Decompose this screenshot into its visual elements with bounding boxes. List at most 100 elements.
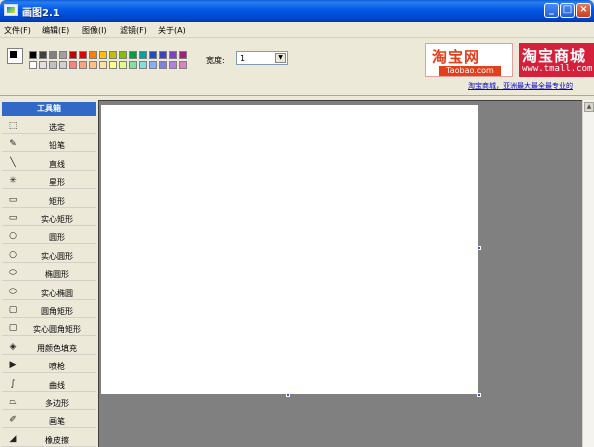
rounded-rect-icon: ▢ bbox=[8, 305, 18, 315]
color-swatch[interactable] bbox=[29, 61, 37, 69]
select-rect-icon: ⬚ bbox=[8, 121, 18, 131]
width-label: 宽度: bbox=[206, 56, 225, 65]
color-swatch[interactable] bbox=[99, 51, 107, 59]
menu-filter[interactable]: 滤镜(F) bbox=[120, 25, 147, 36]
tool-item[interactable]: ▭ 矩形 bbox=[2, 192, 96, 208]
color-swatch[interactable] bbox=[129, 51, 137, 59]
drawing-canvas[interactable] bbox=[101, 105, 478, 394]
tool-item[interactable]: ✎ 铅笔 bbox=[2, 136, 96, 153]
eraser-icon: ◢ bbox=[9, 433, 17, 444]
tool-item[interactable]: ◈ 用颜色填充 bbox=[2, 339, 96, 355]
taobao-ad-title: 淘宝网 bbox=[432, 48, 481, 66]
color-swatch[interactable] bbox=[29, 51, 37, 59]
tool-item[interactable]: ⬚ 选定 bbox=[2, 118, 96, 134]
tool-item[interactable]: ⬭ 实心椭圆 bbox=[2, 284, 96, 300]
dropdown-arrow-icon[interactable]: ▼ bbox=[275, 53, 286, 63]
color-swatch[interactable] bbox=[69, 61, 77, 69]
tool-item[interactable]: ▢ 实心圆角矩形 bbox=[2, 320, 96, 337]
window-title: 画图2.1 bbox=[22, 8, 60, 19]
menu-edit[interactable]: 编辑(E) bbox=[42, 25, 69, 36]
menu-image[interactable]: 图像(I) bbox=[82, 25, 107, 36]
tool-label: 多边形 bbox=[45, 399, 69, 408]
color-swatch[interactable] bbox=[99, 61, 107, 69]
tool-item[interactable]: ○ 实心圆形 bbox=[2, 247, 96, 263]
color-palette bbox=[29, 51, 189, 71]
close-button[interactable]: × bbox=[576, 3, 591, 18]
color-swatch[interactable] bbox=[89, 61, 97, 69]
tool-item[interactable]: ○ 圆形 bbox=[2, 228, 96, 245]
tmall-ad-title: 淘宝商城 bbox=[522, 47, 587, 65]
circle-icon: ○ bbox=[9, 231, 17, 242]
color-swatch[interactable] bbox=[169, 61, 177, 69]
color-swatch[interactable] bbox=[69, 51, 77, 59]
color-swatch[interactable] bbox=[39, 51, 47, 59]
tool-item[interactable]: ╲ 直线 bbox=[2, 155, 96, 171]
curve-icon: ∫ bbox=[10, 378, 16, 389]
color-swatch[interactable] bbox=[109, 51, 117, 59]
menu-file[interactable]: 文件(F) bbox=[4, 25, 31, 36]
paint-window: 画图2.1 _ □ × 文件(F) 编辑(E) 图像(I) 滤镜(F) 关于(A… bbox=[0, 0, 594, 447]
tool-label: 用颜色填充 bbox=[37, 343, 77, 353]
color-swatch[interactable] bbox=[179, 51, 187, 59]
color-swatch[interactable] bbox=[109, 61, 117, 69]
tool-label: 橡皮擦 bbox=[45, 435, 69, 445]
color-swatch[interactable] bbox=[119, 61, 127, 69]
color-swatch[interactable] bbox=[79, 61, 87, 69]
tool-item[interactable]: ◢ 橡皮擦 bbox=[2, 431, 96, 447]
color-swatch[interactable] bbox=[49, 61, 57, 69]
resize-handle-corner[interactable] bbox=[477, 393, 481, 397]
resize-handle-bottom[interactable] bbox=[286, 393, 290, 397]
color-swatch[interactable] bbox=[59, 61, 67, 69]
tool-item[interactable]: ⏢ 多边形 bbox=[2, 394, 96, 410]
tool-label: 实心矩形 bbox=[41, 215, 73, 224]
color-swatch[interactable] bbox=[159, 61, 167, 69]
tool-item[interactable]: ✳ 星形 bbox=[2, 173, 96, 190]
minimize-button[interactable]: _ bbox=[544, 3, 559, 18]
tool-item[interactable]: ⬭ 椭圆形 bbox=[2, 265, 96, 282]
menu-about[interactable]: 关于(A) bbox=[158, 25, 186, 36]
filled-circle-icon: ○ bbox=[9, 249, 17, 260]
color-swatch[interactable] bbox=[89, 51, 97, 59]
color-swatch[interactable] bbox=[139, 51, 147, 59]
tool-label: 直线 bbox=[49, 159, 65, 169]
color-swatch[interactable] bbox=[129, 61, 137, 69]
color-swatch[interactable] bbox=[149, 61, 157, 69]
width-select[interactable]: 1 ▼ bbox=[236, 51, 288, 65]
canvas-workarea[interactable] bbox=[98, 100, 582, 447]
vertical-scrollbar[interactable]: ▲ bbox=[582, 100, 594, 447]
tool-item[interactable]: ✐ 画笔 bbox=[2, 412, 96, 429]
airbrush-icon: ▶ bbox=[9, 360, 17, 371]
color-swatch[interactable] bbox=[159, 51, 167, 59]
color-swatch[interactable] bbox=[169, 51, 177, 59]
taobao-ad[interactable]: 淘宝网 Taobao.com bbox=[425, 43, 513, 77]
tool-label: 画笔 bbox=[49, 417, 65, 427]
tool-label: 实心圆角矩形 bbox=[33, 325, 81, 335]
polygon-icon: ⏢ bbox=[9, 397, 17, 407]
color-swatch[interactable] bbox=[79, 51, 87, 59]
tmall-ad[interactable]: 淘宝商城 www.tmall.com bbox=[519, 43, 594, 77]
tool-item[interactable]: ▶ 喷枪 bbox=[2, 357, 96, 374]
current-color-preview[interactable] bbox=[7, 48, 23, 64]
taobao-ad-domain: Taobao.com bbox=[439, 66, 501, 76]
filled-rounded-rect-icon: ▢ bbox=[8, 323, 18, 334]
tool-item[interactable]: ▢ 圆角矩形 bbox=[2, 302, 96, 318]
color-swatch[interactable] bbox=[119, 51, 127, 59]
resize-handle-right[interactable] bbox=[477, 246, 481, 250]
scroll-up-arrow-icon[interactable]: ▲ bbox=[584, 102, 594, 112]
tool-label: 圆角矩形 bbox=[41, 307, 73, 316]
tmall-ad-domain: www.tmall.com bbox=[522, 64, 593, 74]
filled-ellipse-icon: ⬭ bbox=[9, 286, 17, 297]
color-swatch[interactable] bbox=[49, 51, 57, 59]
tool-label: 实心圆形 bbox=[41, 251, 73, 261]
color-swatch[interactable] bbox=[149, 51, 157, 59]
color-swatch[interactable] bbox=[59, 51, 67, 59]
tool-item[interactable]: ∫ 曲线 bbox=[2, 376, 96, 392]
title-bar[interactable]: 画图2.1 _ □ × bbox=[0, 0, 594, 22]
tmall-ad-link[interactable]: 淘宝商城，亚洲最大最全最专业的 bbox=[468, 81, 573, 91]
maximize-button[interactable]: □ bbox=[560, 3, 575, 18]
tool-item[interactable]: ▭ 实心矩形 bbox=[2, 210, 96, 226]
color-swatch[interactable] bbox=[139, 61, 147, 69]
color-swatch[interactable] bbox=[179, 61, 187, 69]
brush-icon: ✐ bbox=[9, 415, 17, 426]
color-swatch[interactable] bbox=[39, 61, 47, 69]
